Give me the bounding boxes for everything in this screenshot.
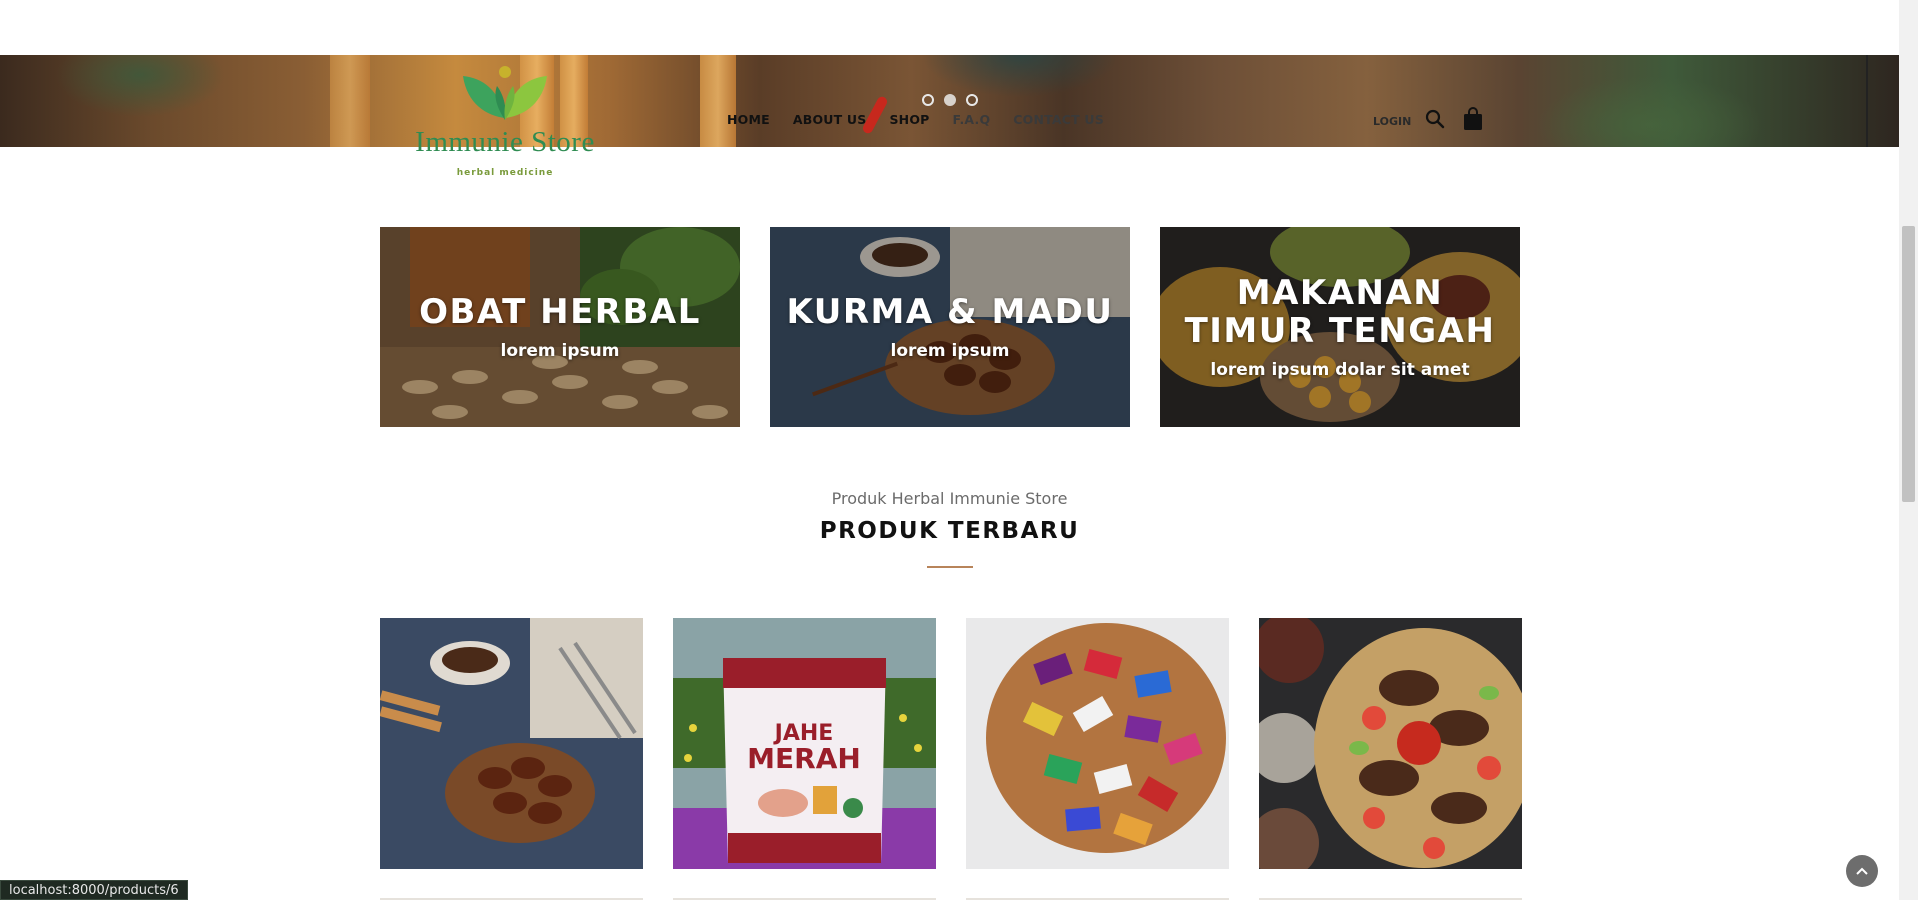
category-banners: OBAT HERBAL lorem ipsum KURMA & MADU lor… (380, 227, 1520, 427)
category-title: MAKANAN TIMUR TENGAH (1184, 273, 1496, 351)
slider-dot[interactable] (966, 94, 978, 106)
product-card[interactable] (1259, 618, 1522, 869)
nav-about-us[interactable]: ABOUT US (793, 112, 867, 127)
login-link[interactable]: LOGIN (1373, 115, 1411, 128)
section-subtitle: Produk Herbal Immunie Store (831, 489, 1068, 508)
nav-shop[interactable]: SHOP (889, 112, 929, 127)
page-scrollbar[interactable] (1899, 0, 1918, 900)
slider-dots (922, 94, 978, 106)
category-subtitle: lorem ipsum dolar sit amet (1210, 360, 1470, 380)
product-grid: JAHE MERAH (380, 618, 1522, 869)
category-title: OBAT HERBAL (419, 292, 701, 332)
slider-dot[interactable] (922, 94, 934, 106)
leaf-person-logo-icon (463, 66, 547, 120)
chevron-up-icon (1856, 867, 1868, 875)
main-nav: HOME ABOUT US SHOP F.A.Q CONTACT US (727, 112, 1127, 127)
nav-home[interactable]: HOME (727, 112, 770, 127)
product-card[interactable] (966, 618, 1229, 869)
category-text: MAKANAN TIMUR TENGAH lorem ipsum dolar s… (1160, 227, 1520, 427)
brand-tagline: herbal medicine (456, 168, 554, 178)
product-card[interactable]: JAHE MERAH (673, 618, 936, 869)
header-actions: LOGIN (1373, 107, 1483, 136)
page: Immunie Store herbal medicine HOME ABOUT… (0, 0, 1918, 900)
brand-name: Immunie Store (415, 126, 595, 158)
dates-in-wooden-bowl-image (380, 618, 643, 869)
search-icon[interactable] (1425, 109, 1445, 134)
category-subtitle: lorem ipsum (500, 341, 620, 361)
nav-faq[interactable]: F.A.Q (953, 112, 991, 127)
shopping-bag-icon[interactable] (1463, 107, 1483, 136)
cinnamon-stick-decoration (330, 55, 370, 147)
back-to-top-button[interactable] (1846, 855, 1878, 887)
section-title: PRODUK TERBARU (819, 518, 1080, 544)
category-card-kurma-madu[interactable]: KURMA & MADU lorem ipsum (770, 227, 1130, 427)
assorted-candies-image (966, 618, 1229, 869)
category-text: KURMA & MADU lorem ipsum (770, 227, 1130, 427)
scrollbar-thumb[interactable] (1902, 226, 1915, 502)
category-text: OBAT HERBAL lorem ipsum (380, 227, 740, 427)
category-title: KURMA & MADU (786, 292, 1114, 332)
hero-edge (1866, 55, 1868, 147)
svg-text:MERAH: MERAH (747, 742, 861, 775)
category-card-obat-herbal[interactable]: OBAT HERBAL lorem ipsum (380, 227, 740, 427)
jahe-merah-package-image: JAHE MERAH (673, 618, 936, 869)
cinnamon-stick-decoration (700, 55, 736, 147)
logo[interactable]: Immunie Store herbal medicine (405, 60, 605, 182)
product-card[interactable] (380, 618, 643, 869)
category-card-makanan-timur-tengah[interactable]: MAKANAN TIMUR TENGAH lorem ipsum dolar s… (1160, 227, 1520, 427)
browser-status-url: localhost:8000/products/6 (0, 880, 188, 900)
nav-contact-us[interactable]: CONTACT US (1013, 112, 1104, 127)
slider-dot-active[interactable] (944, 94, 956, 106)
section-divider (927, 566, 973, 568)
middle-eastern-platter-image (1259, 618, 1522, 869)
category-subtitle: lorem ipsum (890, 341, 1010, 361)
